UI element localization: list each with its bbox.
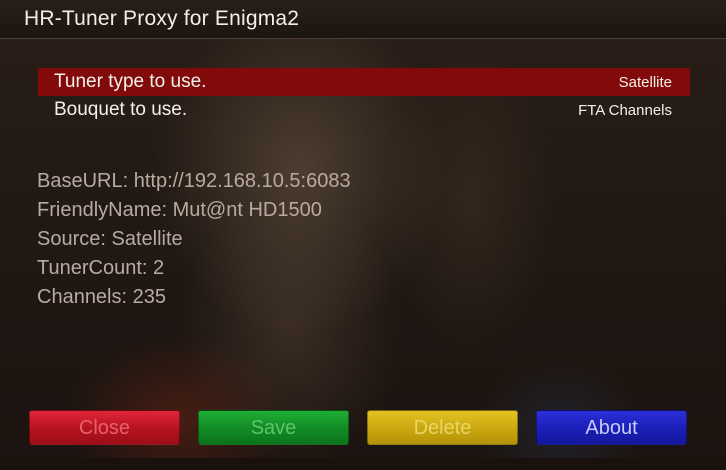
- info-channels: Channels: 235: [37, 286, 166, 308]
- info-base-url: BaseURL: http://192.168.10.5:6083: [37, 170, 351, 192]
- info-friendly-name: FriendlyName: Mut@nt HD1500: [37, 199, 322, 221]
- info-tuner-count: TunerCount: 2: [37, 257, 165, 279]
- config-item-bouquet[interactable]: Bouquet to use. FTA Channels: [38, 96, 690, 124]
- bottom-edge: [0, 458, 726, 470]
- save-button[interactable]: Save: [198, 410, 349, 445]
- config-item-value[interactable]: FTA Channels: [578, 102, 672, 119]
- config-item-label: Bouquet to use.: [54, 99, 188, 120]
- close-button[interactable]: Close: [29, 410, 180, 445]
- title-bar: HR-Tuner Proxy for Enigma2: [0, 0, 726, 39]
- config-item-label: Tuner type to use.: [54, 71, 207, 92]
- delete-button[interactable]: Delete: [367, 410, 518, 445]
- config-item-tuner-type[interactable]: Tuner type to use. Satellite: [38, 68, 690, 96]
- config-list[interactable]: Tuner type to use. Satellite Bouquet to …: [38, 68, 690, 124]
- hr-tuner-proxy-window: HR-Tuner Proxy for Enigma2 Tuner type to…: [0, 0, 726, 470]
- color-button-bar: Close Save Delete About: [0, 410, 726, 446]
- about-button[interactable]: About: [536, 410, 687, 445]
- window-title: HR-Tuner Proxy for Enigma2: [24, 7, 300, 30]
- info-source: Source: Satellite: [37, 228, 183, 250]
- device-info-panel: BaseURL: http://192.168.10.5:6083 Friend…: [37, 167, 351, 312]
- config-item-value[interactable]: Satellite: [619, 74, 672, 91]
